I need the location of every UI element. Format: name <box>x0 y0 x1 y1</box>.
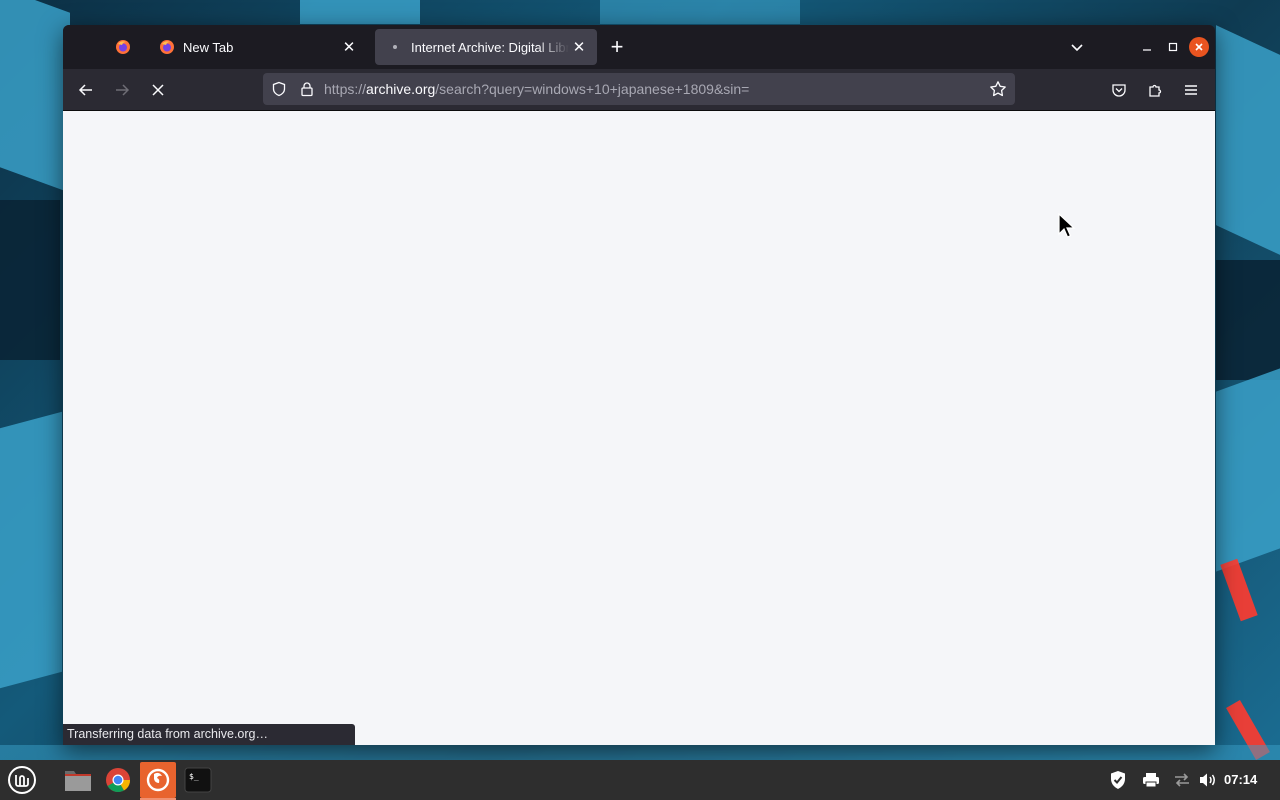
terminal-icon: $_ <box>184 767 212 793</box>
mouse-cursor-icon <box>1058 213 1076 238</box>
close-window-button[interactable] <box>1189 37 1209 57</box>
pocket-icon <box>1112 84 1126 97</box>
browser-window: New Tab ✕ Internet Archive: Digital Libr… <box>63 25 1215 745</box>
firefox-icon <box>116 40 130 54</box>
svg-text:$_: $_ <box>189 772 199 781</box>
network-icon[interactable] <box>1171 770 1193 790</box>
menu-icon <box>8 766 36 794</box>
arrow-right-icon <box>116 84 130 96</box>
list-all-tabs-button[interactable] <box>1063 35 1091 59</box>
loading-dot-icon <box>387 39 403 55</box>
taskbar-chrome[interactable] <box>100 762 136 798</box>
volume-icon[interactable] <box>1197 770 1219 790</box>
clock[interactable]: 07:14 <box>1224 772 1257 787</box>
lock-icon[interactable] <box>299 81 315 102</box>
taskbar-firefox[interactable] <box>140 762 176 800</box>
firefox-icon <box>159 39 175 55</box>
printer-icon[interactable] <box>1140 770 1162 790</box>
app-menu-button[interactable] <box>1176 75 1206 105</box>
bookmark-star-icon[interactable] <box>989 80 1007 103</box>
url-scheme: https:// <box>324 81 367 97</box>
chrome-icon <box>106 768 130 793</box>
minimize-button[interactable] <box>1137 37 1157 57</box>
tab-title: Internet Archive: Digital Library of Fre… <box>411 39 569 55</box>
new-tab-button[interactable]: + <box>603 34 631 59</box>
extensions-button[interactable] <box>1140 75 1170 105</box>
url-host: archive.org <box>366 81 436 97</box>
update-manager-icon[interactable] <box>1107 770 1129 790</box>
start-menu-button[interactable] <box>4 762 40 798</box>
tab-close-icon[interactable]: ✕ <box>569 37 589 57</box>
stop-icon <box>152 84 164 96</box>
maximize-button[interactable] <box>1163 37 1183 57</box>
close-icon <box>1195 43 1203 51</box>
tab-title: New Tab <box>183 39 234 55</box>
taskbar-files[interactable] <box>60 762 96 798</box>
firefox-view-button[interactable] <box>107 31 139 63</box>
taskbar-terminal[interactable]: $_ <box>180 762 216 798</box>
tab-bar: New Tab ✕ Internet Archive: Digital Libr… <box>63 25 1215 69</box>
status-panel: Transferring data from archive.org… <box>63 724 355 745</box>
url-bar[interactable]: https://archive.org/search?query=windows… <box>263 73 1015 105</box>
back-button[interactable] <box>71 75 101 105</box>
hamburger-menu-icon <box>1185 85 1197 95</box>
firefox-icon <box>146 768 170 792</box>
navigation-toolbar: https://archive.org/search?query=windows… <box>63 69 1215 111</box>
url-path: /search?query=windows+10+japanese+1809&s… <box>435 81 750 97</box>
pocket-button[interactable] <box>1104 75 1134 105</box>
puzzle-icon <box>1149 84 1162 97</box>
chevron-down-icon <box>1071 44 1083 52</box>
forward-button[interactable] <box>107 75 137 105</box>
tab-new-tab[interactable]: New Tab ✕ <box>147 29 367 65</box>
url-text[interactable]: https://archive.org/search?query=windows… <box>324 81 749 97</box>
tab-close-icon[interactable]: ✕ <box>339 37 359 57</box>
arrow-left-icon <box>78 84 92 96</box>
stop-loading-button[interactable] <box>143 75 173 105</box>
tab-internet-archive[interactable]: Internet Archive: Digital Library of Fre… <box>375 29 597 65</box>
page-content <box>63 111 1215 745</box>
files-icon <box>65 771 91 791</box>
tracking-protection-icon[interactable] <box>271 81 287 102</box>
taskbar: $_ 07:14 <box>0 760 1280 800</box>
